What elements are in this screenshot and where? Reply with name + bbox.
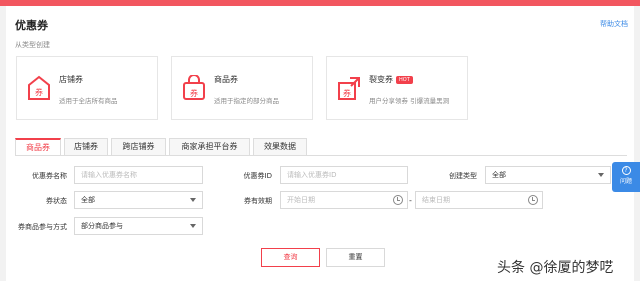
- tab-divider: [15, 155, 627, 156]
- status-value: 全部: [81, 196, 95, 204]
- start-date-input[interactable]: 开始日期: [280, 191, 408, 209]
- card-desc: 适用于全店所有商品: [59, 97, 118, 105]
- tab-cross-store-coupon[interactable]: 跨店铺券: [111, 138, 166, 156]
- card-name: 商品券: [214, 75, 238, 84]
- end-date-placeholder: 结束日期: [422, 196, 450, 204]
- card-desc: 适用于指定的部分商品: [214, 97, 279, 105]
- status-label: 券状态: [46, 197, 67, 205]
- chevron-down-icon: [190, 198, 196, 202]
- fission-coupon-icon: 券: [338, 77, 360, 100]
- participation-label: 券商品参与方式: [18, 223, 67, 231]
- participation-select[interactable]: 部分商品参与: [74, 217, 203, 235]
- icon-glyph: 券: [35, 87, 43, 97]
- feedback-label: 问题: [619, 178, 632, 185]
- card-name: 店铺券: [59, 75, 83, 84]
- card-name: 裂变券 HOT: [369, 74, 413, 85]
- section-subtitle: 从类型创建: [15, 41, 50, 49]
- date-separator: -: [409, 196, 412, 205]
- valid-period-label: 券有效期: [244, 197, 272, 205]
- participation-value: 部分商品参与: [81, 222, 123, 230]
- clock-icon: [393, 195, 403, 205]
- page-title: 优惠券: [15, 19, 48, 32]
- store-coupon-card[interactable]: 券 店铺券 适用于全店所有商品: [16, 56, 158, 120]
- icon-glyph: 券: [190, 88, 198, 98]
- status-select[interactable]: 全部: [74, 191, 203, 209]
- chevron-down-icon: [190, 224, 196, 228]
- fission-coupon-card[interactable]: 券 裂变券 HOT 用户分享领券 引爆流量黑洞: [326, 56, 468, 120]
- store-coupon-icon: 券: [28, 75, 50, 100]
- question-icon: ?: [621, 166, 631, 175]
- watermark: 头条 @徐厦的梦呓: [497, 260, 614, 276]
- tab-product-coupon[interactable]: 商品券: [15, 138, 61, 156]
- chevron-down-icon: [598, 173, 604, 177]
- card-desc: 用户分享领券 引爆流量黑洞: [369, 97, 450, 105]
- feedback-tab[interactable]: ? 问题: [612, 162, 640, 192]
- card-name-text: 裂变券: [369, 75, 393, 84]
- tab-store-coupon[interactable]: 店铺券: [64, 138, 108, 156]
- product-coupon-card[interactable]: 券 商品券 适用于指定的部分商品: [171, 56, 313, 120]
- icon-glyph: 券: [343, 88, 351, 98]
- clock-icon: [528, 195, 538, 205]
- create-type-value: 全部: [492, 171, 506, 179]
- tab-effect-data[interactable]: 效果数据: [253, 138, 307, 156]
- create-type-select[interactable]: 全部: [485, 166, 611, 184]
- coupon-id-label: 优惠券ID: [243, 172, 272, 180]
- create-type-label: 创建类型: [449, 172, 477, 180]
- product-coupon-icon: 券: [183, 75, 205, 100]
- start-date-placeholder: 开始日期: [287, 196, 315, 204]
- tab-platform-coupon[interactable]: 商家承担平台券: [169, 138, 250, 156]
- reset-button[interactable]: 重置: [326, 248, 385, 267]
- coupon-name-input[interactable]: 请输入优惠券名称: [74, 166, 203, 184]
- query-button[interactable]: 查询: [261, 248, 320, 267]
- coupon-id-input[interactable]: 请输入优惠券ID: [280, 166, 408, 184]
- help-doc-link[interactable]: 帮助文档: [600, 19, 628, 29]
- coupon-name-label: 优惠券名称: [32, 172, 67, 180]
- end-date-input[interactable]: 结束日期: [415, 191, 543, 209]
- hot-badge: HOT: [396, 76, 413, 84]
